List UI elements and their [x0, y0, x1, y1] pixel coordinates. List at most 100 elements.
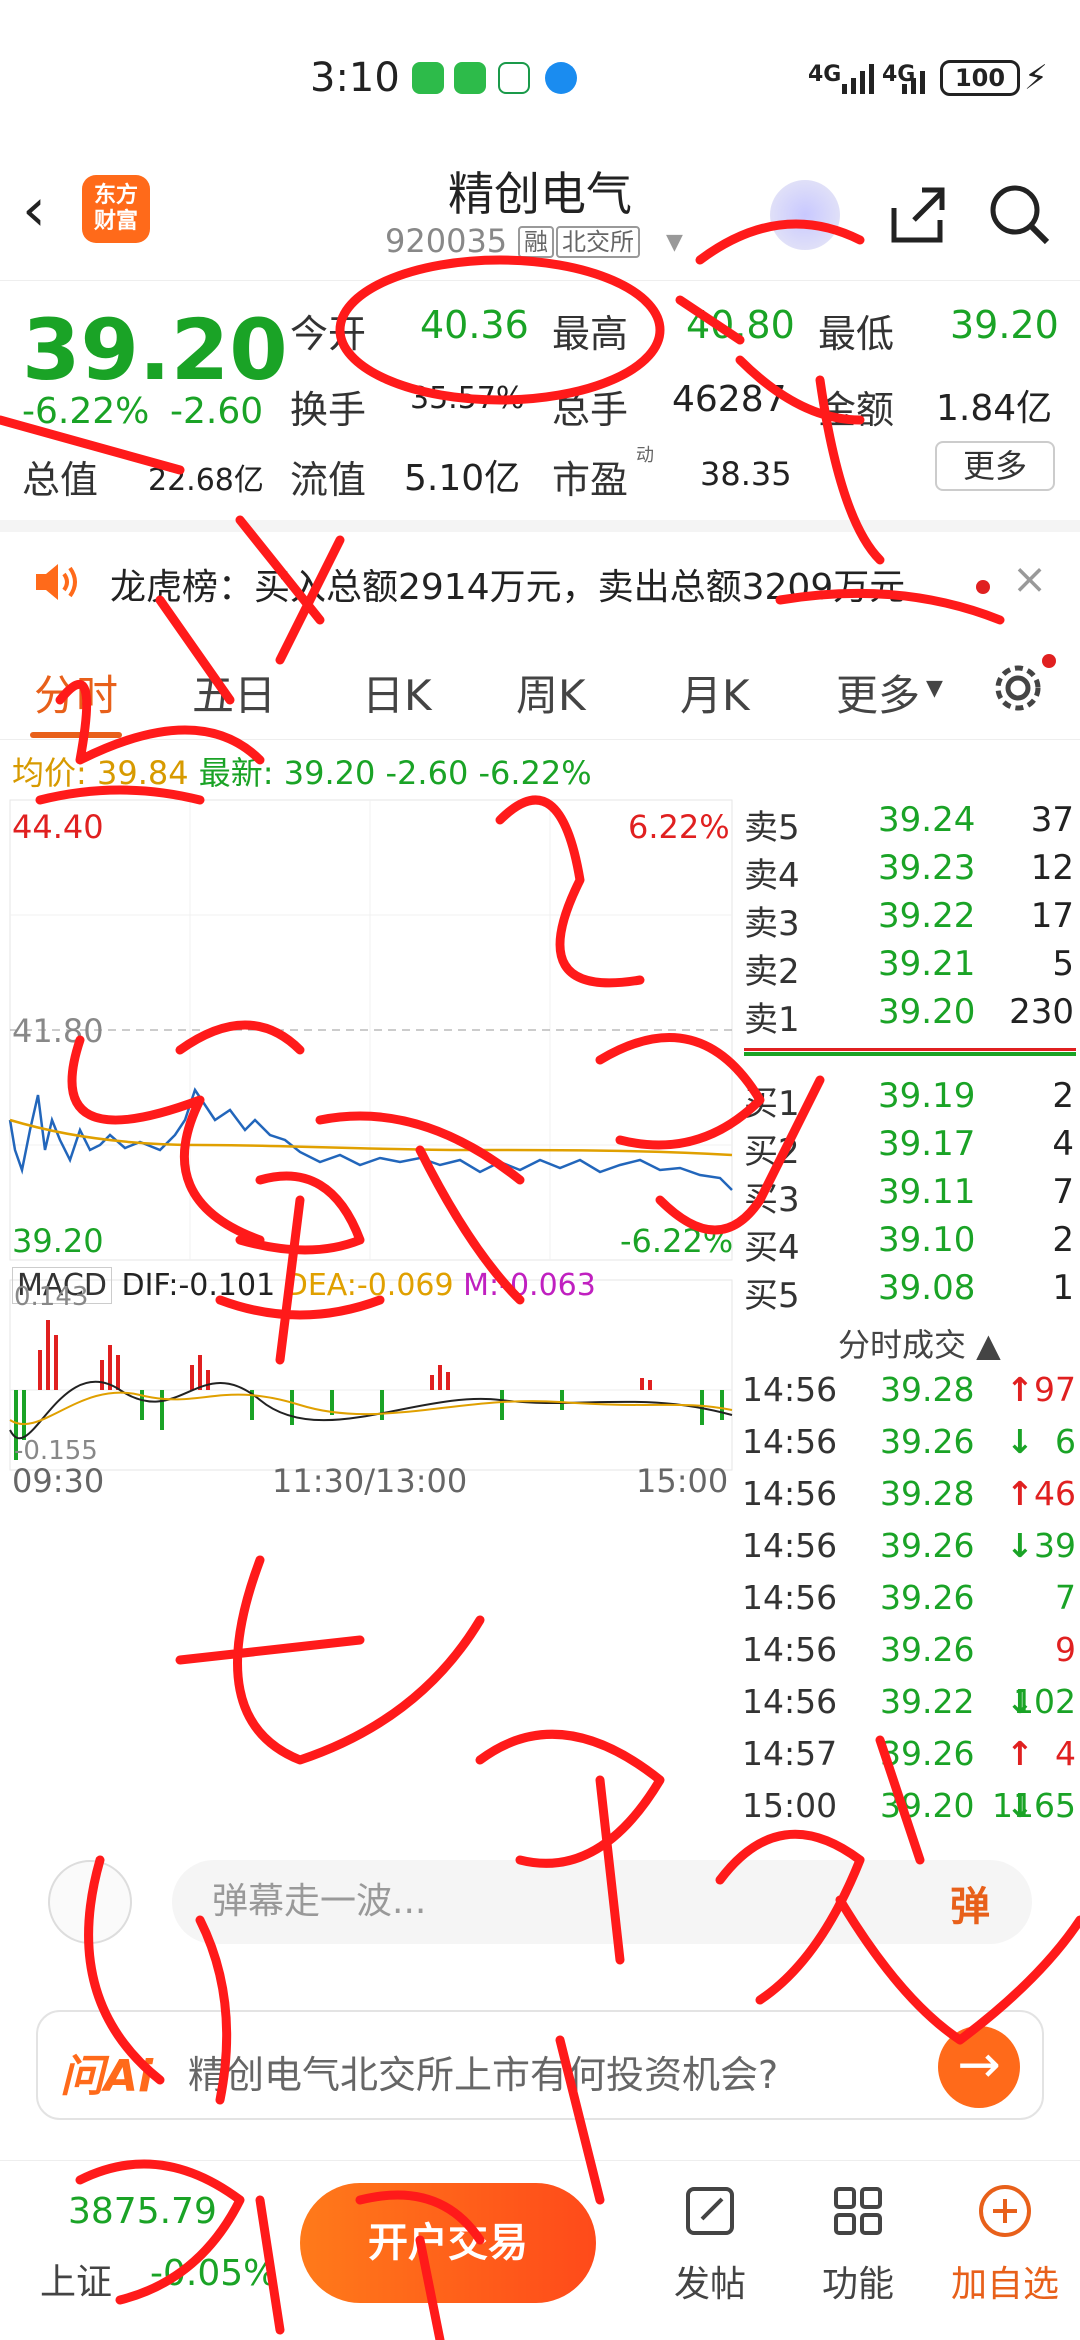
ask-volume: 37 [1030, 800, 1074, 840]
tick-price: 39.26 [880, 1630, 975, 1669]
bid-label: 买4 [744, 1228, 800, 1268]
ask-row: 卖4 39.23 12 [740, 848, 1080, 896]
tick-volume: 6 [1055, 1422, 1076, 1461]
danmu-settings-icon[interactable] [48, 1860, 132, 1944]
tick-price: 39.22 [880, 1682, 975, 1721]
ask-price: 39.21 [878, 944, 976, 984]
bid-row: 买1 39.19 2 [740, 1076, 1080, 1124]
tick-arrow: ↑ [1006, 1370, 1034, 1409]
ask-row: 卖2 39.21 5 [740, 944, 1080, 992]
y-min-label: 39.20 [12, 1222, 104, 1260]
add-watchlist-button[interactable]: 加自选 [945, 2181, 1065, 2307]
bid-price: 39.17 [878, 1124, 976, 1164]
tab-five-day[interactable]: 五日 [192, 662, 276, 723]
function-button[interactable]: 功能 [798, 2181, 918, 2307]
quote-panel: 39.20 -6.22% -2.60 今开 40.36 最高 40.80 最低 … [0, 280, 1080, 510]
open-value: 40.36 [420, 303, 529, 347]
spread-divider-red [744, 1048, 1076, 1051]
tab-monthly-k[interactable]: 月K [680, 662, 750, 723]
float-value: 5.10亿 [404, 458, 521, 499]
ask-volume: 230 [1009, 992, 1074, 1032]
tick-volume: 39 [1034, 1526, 1076, 1565]
ask-label: 卖5 [744, 808, 800, 848]
tab-weekly-k[interactable]: 周K [516, 662, 586, 723]
gear-icon[interactable] [990, 660, 1046, 716]
low-value: 39.20 [950, 303, 1059, 347]
trade-ticks[interactable]: 分时成交 ▲ 14:56 39.28 ↑ 97 14:56 39.26 ↓ 6 14:56 3… [740, 1320, 1080, 1830]
intraday-chart[interactable]: 44.40 6.22% 41.80 39.20 -6.22% MACD DIF:… [0, 790, 740, 1500]
turnover-label: 换手 [290, 388, 367, 432]
danmu-input[interactable]: 弹幕走一波... [172, 1860, 1032, 1944]
ask-label: 卖1 [744, 1000, 800, 1040]
signal-bars-icon [842, 64, 874, 94]
active-tab-indicator [30, 732, 122, 738]
ask-row: 卖1 39.20 230 [740, 992, 1080, 1040]
wechat-icon-2 [454, 62, 486, 94]
bid-volume: 2 [1052, 1076, 1074, 1116]
post-button[interactable]: 发帖 [650, 2181, 770, 2307]
open-account-trade-button[interactable]: 开户交易 [300, 2183, 596, 2303]
close-icon[interactable]: × [1012, 554, 1047, 603]
tick-time: 15:00 [742, 1786, 838, 1825]
ai-question-bar[interactable]: 问Ai 精创电气北交所上市有何投资机会? → [36, 2010, 1044, 2120]
plus-circle-icon [979, 2185, 1031, 2237]
tick-arrow: ↑ [1006, 1734, 1034, 1773]
last-price: 39.20 [22, 301, 288, 399]
dragon-tiger-banner[interactable]: 龙虎榜：买入总额2914万元，卖出总额3209万元 × [0, 520, 1080, 630]
tab-more[interactable]: 更多 [836, 662, 920, 723]
add-watchlist-label: 加自选 [950, 2264, 1059, 2305]
ask-price: 39.24 [878, 800, 976, 840]
index-value[interactable]: 3875.79 [68, 2191, 217, 2232]
tick-time: 14:56 [742, 1630, 838, 1669]
tick-volume: 46 [1034, 1474, 1076, 1513]
search-icon[interactable] [985, 180, 1055, 250]
high-value: 40.80 [686, 303, 795, 347]
volume-value: 46287 [672, 379, 787, 420]
tick-row: 14:56 39.26 7 [740, 1578, 1080, 1630]
stock-code: 920035 [385, 222, 508, 260]
volume-label: 总手 [552, 388, 629, 432]
assistant-avatar-icon[interactable] [770, 180, 840, 250]
ticks-title[interactable]: 分时成交 ▲ [838, 1320, 1001, 1366]
x-start-label: 09:30 [12, 1462, 105, 1500]
low-label: 最低 [818, 312, 895, 356]
ask-row: 卖3 39.22 17 [740, 896, 1080, 944]
unread-dot [976, 580, 990, 594]
bid-row: 买3 39.11 7 [740, 1172, 1080, 1220]
chevron-down-icon[interactable]: ▼ [666, 230, 683, 255]
share-icon[interactable] [882, 180, 952, 250]
bid-row: 买5 39.08 1 [740, 1268, 1080, 1316]
tick-volume: 97 [1034, 1370, 1076, 1409]
more-button[interactable]: 更多 [935, 441, 1055, 491]
order-book: 卖5 39.24 37 卖4 39.23 12 卖3 39.22 17 卖2 39.21 5 卖… [740, 790, 1080, 1320]
ask-label: 卖3 [744, 904, 800, 944]
m-value: M:-0.063 [463, 1268, 596, 1303]
y-min-pct-label: -6.22% [620, 1222, 734, 1260]
tick-row: 14:56 39.28 ↑ 97 [740, 1370, 1080, 1422]
exchange-tag[interactable]: 北交所 [556, 226, 640, 258]
tab-daily-k[interactable]: 日K [362, 662, 432, 723]
index-percent[interactable]: -0.05% [150, 2253, 277, 2294]
ai-logo: 问Ai [60, 2051, 154, 2102]
tick-row: 14:56 39.28 ↑ 46 [740, 1474, 1080, 1526]
ask-row: 卖5 39.24 37 [740, 800, 1080, 848]
charging-icon: ⚡ [1024, 58, 1048, 98]
bank-icon [498, 62, 530, 94]
tick-volume: 4 [1055, 1734, 1076, 1773]
settings-badge-dot [1042, 654, 1056, 668]
avg-value: 39.84 [96, 754, 189, 792]
signal-bars-icon-2 [902, 71, 925, 94]
tab-intraday[interactable]: 分时 [34, 662, 118, 723]
danmu-toggle-button[interactable]: 弹 [950, 1874, 990, 1932]
bid-row: 买4 39.10 2 [740, 1220, 1080, 1268]
high-label: 最高 [552, 312, 629, 356]
ai-question-text: 精创电气北交所上市有何投资机会? [188, 2053, 779, 2097]
ask-label: 卖4 [744, 856, 800, 896]
chart-tabs: 分时 五日 日K 周K 月K 更多 ▼ [0, 640, 1080, 740]
avg-price-line: 均价: 39.84 最新: 39.20 -2.60 -6.22% [12, 748, 592, 794]
index-name[interactable]: 上证 [40, 2253, 112, 2305]
ask-volume: 5 [1052, 944, 1074, 984]
macd-legend: MACD DIF:-0.101 DEA:-0.069 M:-0.063 [12, 1267, 596, 1304]
ai-go-button[interactable]: → [938, 2026, 1020, 2108]
tick-time: 14:57 [742, 1734, 838, 1773]
